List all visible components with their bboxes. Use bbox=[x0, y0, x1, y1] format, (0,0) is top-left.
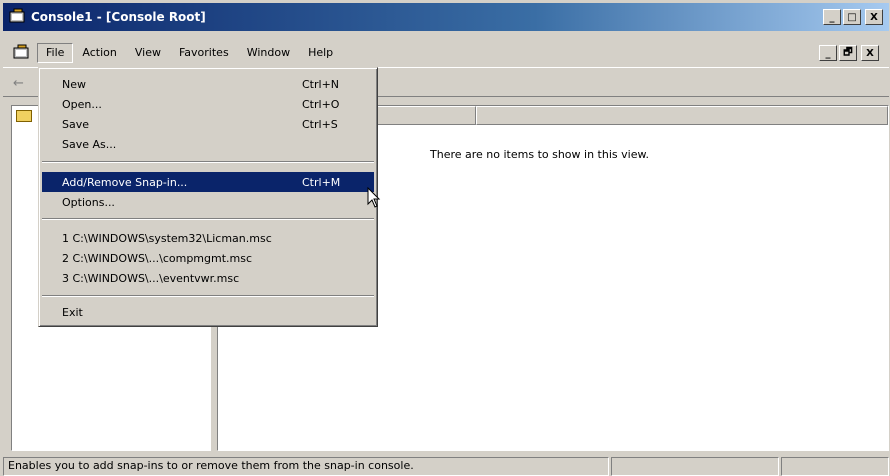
mouse-pointer-icon bbox=[367, 186, 381, 212]
menu-help[interactable]: Help bbox=[299, 43, 342, 63]
menu-item-recent-file[interactable]: 2 C:\WINDOWS\...\compmgmt.msc bbox=[42, 248, 374, 268]
child-close-button[interactable]: X bbox=[861, 45, 879, 61]
title-bar[interactable]: Console1 - [Console Root] _ □ X bbox=[3, 3, 889, 31]
status-text: Enables you to add snap-ins to or remove… bbox=[3, 457, 609, 476]
status-panel bbox=[611, 457, 779, 476]
column-header[interactable] bbox=[476, 106, 888, 125]
child-restore-button[interactable]: 🗗 bbox=[839, 45, 857, 61]
menu-separator bbox=[42, 161, 374, 163]
menu-item-recent-file[interactable]: 1 C:\WINDOWS\system32\Licman.msc bbox=[42, 228, 374, 248]
close-button[interactable]: X bbox=[865, 9, 883, 25]
menu-item-recent-file[interactable]: 3 C:\WINDOWS\...\eventvwr.msc bbox=[42, 268, 374, 288]
mmc-console-icon[interactable] bbox=[9, 8, 27, 26]
menu-item-options[interactable]: Options... bbox=[42, 192, 374, 212]
minimize-button[interactable]: _ bbox=[823, 9, 841, 25]
child-minimize-button[interactable]: _ bbox=[819, 45, 837, 61]
mmc-window: Console1 - [Console Root] _ □ X File Act… bbox=[0, 0, 890, 476]
folder-icon[interactable] bbox=[16, 110, 32, 122]
menu-separator bbox=[42, 218, 374, 220]
back-arrow-icon[interactable]: ← bbox=[13, 76, 24, 91]
menu-window[interactable]: Window bbox=[238, 43, 299, 63]
status-panel bbox=[781, 457, 889, 476]
mmc-document-icon[interactable] bbox=[13, 44, 31, 62]
menu-item-open[interactable]: Open... Ctrl+O bbox=[42, 94, 374, 114]
menu-bar: File Action View Favorites Window Help _… bbox=[3, 41, 889, 65]
menu-item-save[interactable]: Save Ctrl+S bbox=[42, 114, 374, 134]
menu-item-save-as[interactable]: Save As... bbox=[42, 134, 374, 154]
maximize-button[interactable]: □ bbox=[843, 9, 861, 25]
menu-action[interactable]: Action bbox=[73, 43, 125, 63]
empty-view-message: There are no items to show in this view. bbox=[430, 148, 649, 161]
menu-separator bbox=[42, 295, 374, 297]
menu-favorites[interactable]: Favorites bbox=[170, 43, 238, 63]
menu-file[interactable]: File bbox=[37, 43, 74, 63]
menu-item-exit[interactable]: Exit bbox=[42, 302, 374, 322]
window-title: Console1 - [Console Root] bbox=[31, 10, 206, 24]
status-bar: Enables you to add snap-ins to or remove… bbox=[3, 457, 889, 476]
menu-item-new[interactable]: New Ctrl+N bbox=[42, 74, 374, 94]
menu-view[interactable]: View bbox=[126, 43, 170, 63]
menu-item-add-remove-snap-in[interactable]: Add/Remove Snap-in... Ctrl+M bbox=[42, 172, 374, 192]
file-menu-dropdown: New Ctrl+N Open... Ctrl+O Save Ctrl+S Save … bbox=[38, 67, 378, 327]
